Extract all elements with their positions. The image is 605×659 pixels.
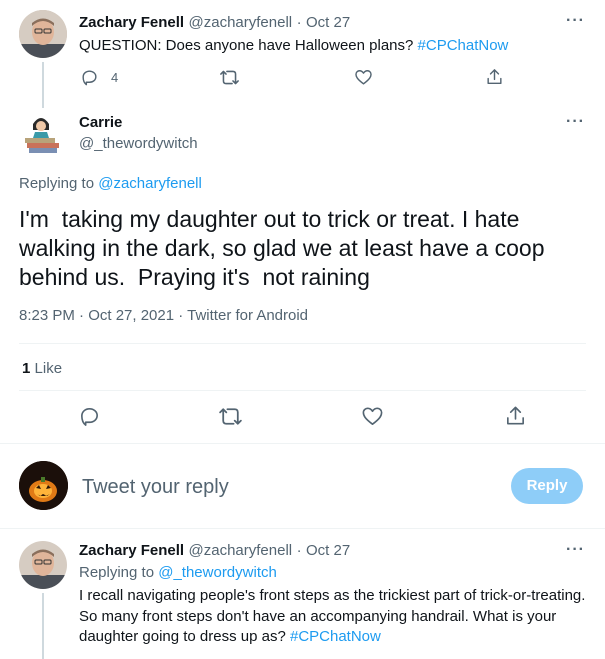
reply-action[interactable]: 4 <box>80 68 118 87</box>
avatar[interactable] <box>19 461 68 510</box>
reply-icon <box>82 70 97 86</box>
avatar[interactable] <box>19 541 67 589</box>
share-icon <box>507 406 524 425</box>
reply-input[interactable]: Tweet your reply <box>82 476 482 499</box>
share-action[interactable] <box>485 67 504 92</box>
author-name[interactable]: Carrie <box>79 114 122 131</box>
retweet-icon <box>220 70 239 85</box>
tweet-text: QUESTION: Does anyone have Halloween pla… <box>79 37 508 54</box>
more-icon[interactable]: ··· <box>566 541 585 559</box>
divider <box>0 528 605 529</box>
like-label: Like <box>34 360 63 377</box>
divider <box>0 443 605 444</box>
replying-to: Replying to @_thewordywitch <box>79 564 277 581</box>
separator: · <box>296 14 302 31</box>
author-handle[interactable]: @_thewordywitch <box>79 135 198 152</box>
reply-action[interactable] <box>78 405 101 433</box>
tweet-date[interactable]: Oct 27 <box>306 14 350 31</box>
tweet-header: Zachary Fenell @zacharyfenell · Oct 27 <box>79 14 350 32</box>
author-handle[interactable]: @zacharyfenell <box>189 542 293 559</box>
hashtag-link[interactable]: #CPChatNow <box>418 37 509 54</box>
author-handle[interactable]: @zacharyfenell <box>189 14 293 31</box>
divider <box>19 343 586 344</box>
like-icon <box>355 70 372 85</box>
tweet-timestamp[interactable]: 8:23 PM · Oct 27, 2021 · Twitter for And… <box>19 307 308 324</box>
replying-to: Replying to @zacharyfenell <box>19 175 202 192</box>
avatar[interactable] <box>19 110 67 158</box>
author-name[interactable]: Zachary Fenell <box>79 14 184 31</box>
retweet-action[interactable] <box>218 405 243 433</box>
tweet-body: I'm taking my daughter out to trick or t… <box>19 206 551 290</box>
separator: · <box>296 542 302 559</box>
thread-line <box>42 593 44 659</box>
like-icon <box>362 407 383 425</box>
more-icon[interactable]: ··· <box>566 113 585 131</box>
replying-to-link[interactable]: @_thewordywitch <box>158 564 277 581</box>
author-name[interactable]: Zachary Fenell <box>79 542 184 559</box>
reply-icon <box>81 408 98 426</box>
tweet-text: I recall navigating people's front steps… <box>79 586 589 648</box>
thread-line <box>42 62 44 108</box>
like-count: 1 <box>22 360 31 377</box>
like-action[interactable] <box>361 405 384 433</box>
like-stats[interactable]: 1 Like <box>22 360 62 377</box>
more-icon[interactable]: ··· <box>566 12 585 30</box>
replying-prefix: Replying to <box>79 564 159 581</box>
hashtag-link[interactable]: #CPChatNow <box>290 628 381 645</box>
replying-prefix: Replying to <box>19 175 99 192</box>
reply-button[interactable]: Reply <box>511 468 583 504</box>
replying-to-link[interactable]: @zacharyfenell <box>98 175 202 192</box>
tweet-header: Zachary Fenell @zacharyfenell · Oct 27 <box>79 542 350 560</box>
retweet-icon <box>219 408 242 425</box>
tweet-body: QUESTION: Does anyone have Halloween pla… <box>79 37 418 54</box>
tweet-date[interactable]: Oct 27 <box>306 542 350 559</box>
share-action[interactable] <box>504 404 527 433</box>
reply-count: 4 <box>111 70 119 85</box>
avatar[interactable] <box>19 10 67 58</box>
share-icon <box>487 69 502 85</box>
retweet-action[interactable] <box>219 68 240 92</box>
divider <box>19 390 586 391</box>
like-action[interactable] <box>354 68 373 92</box>
